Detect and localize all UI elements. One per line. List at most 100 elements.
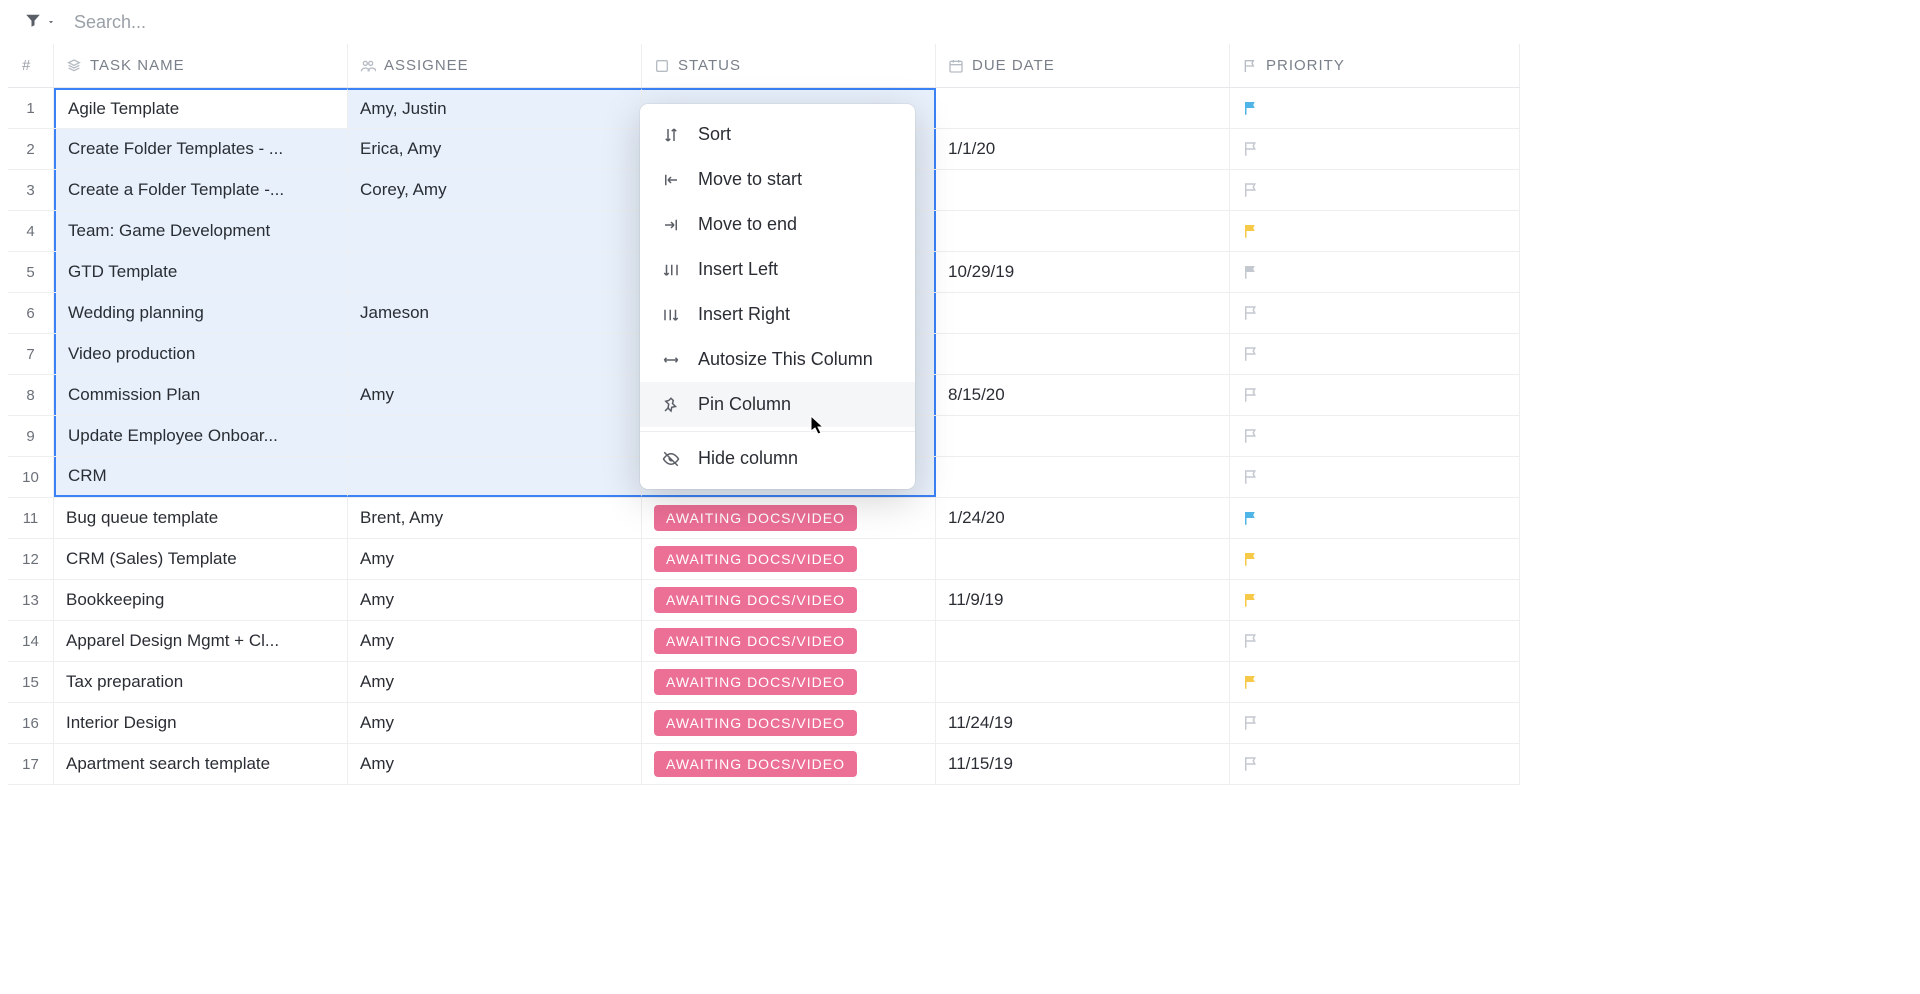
assignee-cell[interactable]	[348, 252, 642, 292]
status-cell[interactable]: AWAITING DOCS/VIDEO	[642, 744, 936, 784]
column-header-number[interactable]: #	[8, 44, 54, 87]
table-row[interactable]: 15Tax preparationAmyAWAITING DOCS/VIDEO	[8, 662, 1520, 703]
menu-item-move-start[interactable]: Move to start	[640, 157, 915, 202]
priority-cell[interactable]	[1230, 744, 1520, 784]
table-row[interactable]: 16Interior DesignAmyAWAITING DOCS/VIDEO1…	[8, 703, 1520, 744]
due-date-cell[interactable]	[936, 662, 1230, 702]
menu-item-sort[interactable]: Sort	[640, 112, 915, 157]
search-input[interactable]	[74, 12, 374, 33]
priority-cell[interactable]	[1230, 703, 1520, 743]
assignee-cell[interactable]	[348, 334, 642, 374]
task-name-cell[interactable]: Team: Game Development	[54, 211, 348, 251]
assignee-cell[interactable]: Brent, Amy	[348, 498, 642, 538]
priority-cell[interactable]	[1230, 580, 1520, 620]
table-row[interactable]: 12CRM (Sales) TemplateAmyAWAITING DOCS/V…	[8, 539, 1520, 580]
status-cell[interactable]: AWAITING DOCS/VIDEO	[642, 621, 936, 661]
assignee-cell[interactable]: Amy	[348, 621, 642, 661]
due-date-cell[interactable]	[936, 416, 1230, 456]
assignee-cell[interactable]: Corey, Amy	[348, 170, 642, 210]
priority-cell[interactable]	[1230, 211, 1520, 251]
priority-cell[interactable]	[1230, 375, 1520, 415]
due-date-cell[interactable]	[936, 88, 1230, 128]
priority-cell[interactable]	[1230, 457, 1520, 497]
status-cell[interactable]: AWAITING DOCS/VIDEO	[642, 703, 936, 743]
priority-cell[interactable]	[1230, 170, 1520, 210]
due-date-cell[interactable]	[936, 457, 1230, 497]
priority-cell[interactable]	[1230, 293, 1520, 333]
task-name-cell[interactable]: Create a Folder Template -...	[54, 170, 348, 210]
table-row[interactable]: 14Apparel Design Mgmt + Cl...AmyAWAITING…	[8, 621, 1520, 662]
status-cell[interactable]: AWAITING DOCS/VIDEO	[642, 539, 936, 579]
task-name-cell[interactable]: CRM	[54, 457, 348, 497]
table-row[interactable]: 13BookkeepingAmyAWAITING DOCS/VIDEO11/9/…	[8, 580, 1520, 621]
task-name-cell[interactable]: Agile Template	[54, 88, 348, 128]
assignee-cell[interactable]	[348, 416, 642, 456]
menu-item-hide[interactable]: Hide column	[640, 436, 915, 481]
assignee-cell[interactable]: Amy	[348, 662, 642, 702]
task-name-cell[interactable]: Bookkeeping	[54, 580, 348, 620]
column-header-assignee[interactable]: ASSIGNEE	[348, 44, 642, 87]
task-name-cell[interactable]: Apartment search template	[54, 744, 348, 784]
task-name-cell[interactable]: Wedding planning	[54, 293, 348, 333]
status-cell[interactable]: AWAITING DOCS/VIDEO	[642, 498, 936, 538]
menu-item-move-end[interactable]: Move to end	[640, 202, 915, 247]
column-header-status[interactable]: STATUS	[642, 44, 936, 87]
due-date-cell[interactable]	[936, 211, 1230, 251]
menu-item-insert-left[interactable]: Insert Left	[640, 247, 915, 292]
priority-cell[interactable]	[1230, 252, 1520, 292]
priority-cell[interactable]	[1230, 88, 1520, 128]
assignee-cell[interactable]: Amy, Justin	[348, 88, 642, 128]
assignee-cell[interactable]: Amy	[348, 703, 642, 743]
task-name-cell[interactable]: Bug queue template	[54, 498, 348, 538]
menu-item-autosize[interactable]: Autosize This Column	[640, 337, 915, 382]
priority-cell[interactable]	[1230, 334, 1520, 374]
task-name-cell[interactable]: GTD Template	[54, 252, 348, 292]
status-cell[interactable]: AWAITING DOCS/VIDEO	[642, 662, 936, 702]
assignee-cell[interactable]: Amy	[348, 539, 642, 579]
due-date-cell[interactable]	[936, 621, 1230, 661]
column-header-task-name[interactable]: TASK NAME	[54, 44, 348, 87]
due-date-cell[interactable]: 11/9/19	[936, 580, 1230, 620]
due-date-cell[interactable]: 11/15/19	[936, 744, 1230, 784]
hide-icon	[660, 450, 682, 468]
priority-cell[interactable]	[1230, 621, 1520, 661]
task-name-cell[interactable]: Commission Plan	[54, 375, 348, 415]
menu-item-insert-right[interactable]: Insert Right	[640, 292, 915, 337]
assignee-cell[interactable]: Erica, Amy	[348, 129, 642, 169]
due-date-cell[interactable]	[936, 170, 1230, 210]
autosize-icon	[660, 351, 682, 369]
due-date-cell[interactable]	[936, 293, 1230, 333]
assignee-cell[interactable]: Amy	[348, 744, 642, 784]
due-date-cell[interactable]	[936, 539, 1230, 579]
due-date-cell[interactable]: 1/24/20	[936, 498, 1230, 538]
assignee-cell[interactable]	[348, 211, 642, 251]
task-name-cell[interactable]: Video production	[54, 334, 348, 374]
task-name-cell[interactable]: Interior Design	[54, 703, 348, 743]
assignee-cell[interactable]: Amy	[348, 375, 642, 415]
priority-cell[interactable]	[1230, 539, 1520, 579]
task-name-cell[interactable]: Tax preparation	[54, 662, 348, 702]
table-row[interactable]: 11Bug queue templateBrent, AmyAWAITING D…	[8, 498, 1520, 539]
table-row[interactable]: 17Apartment search templateAmyAWAITING D…	[8, 744, 1520, 785]
due-date-cell[interactable]: 10/29/19	[936, 252, 1230, 292]
task-name-cell[interactable]: Create Folder Templates - ...	[54, 129, 348, 169]
status-cell[interactable]: AWAITING DOCS/VIDEO	[642, 580, 936, 620]
assignee-cell[interactable]: Amy	[348, 580, 642, 620]
column-header-due-date[interactable]: DUE DATE	[936, 44, 1230, 87]
due-date-cell[interactable]	[936, 334, 1230, 374]
assignee-cell[interactable]	[348, 457, 642, 497]
due-date-cell[interactable]: 1/1/20	[936, 129, 1230, 169]
priority-cell[interactable]	[1230, 662, 1520, 702]
task-name-cell[interactable]: Apparel Design Mgmt + Cl...	[54, 621, 348, 661]
priority-cell[interactable]	[1230, 498, 1520, 538]
task-name-cell[interactable]: CRM (Sales) Template	[54, 539, 348, 579]
assignee-cell[interactable]: Jameson	[348, 293, 642, 333]
priority-cell[interactable]	[1230, 416, 1520, 456]
due-date-cell[interactable]: 8/15/20	[936, 375, 1230, 415]
filter-button[interactable]	[24, 11, 56, 34]
menu-item-pin[interactable]: Pin Column	[640, 382, 915, 427]
due-date-cell[interactable]: 11/24/19	[936, 703, 1230, 743]
priority-cell[interactable]	[1230, 129, 1520, 169]
column-header-priority[interactable]: PRIORITY	[1230, 44, 1520, 87]
task-name-cell[interactable]: Update Employee Onboar...	[54, 416, 348, 456]
